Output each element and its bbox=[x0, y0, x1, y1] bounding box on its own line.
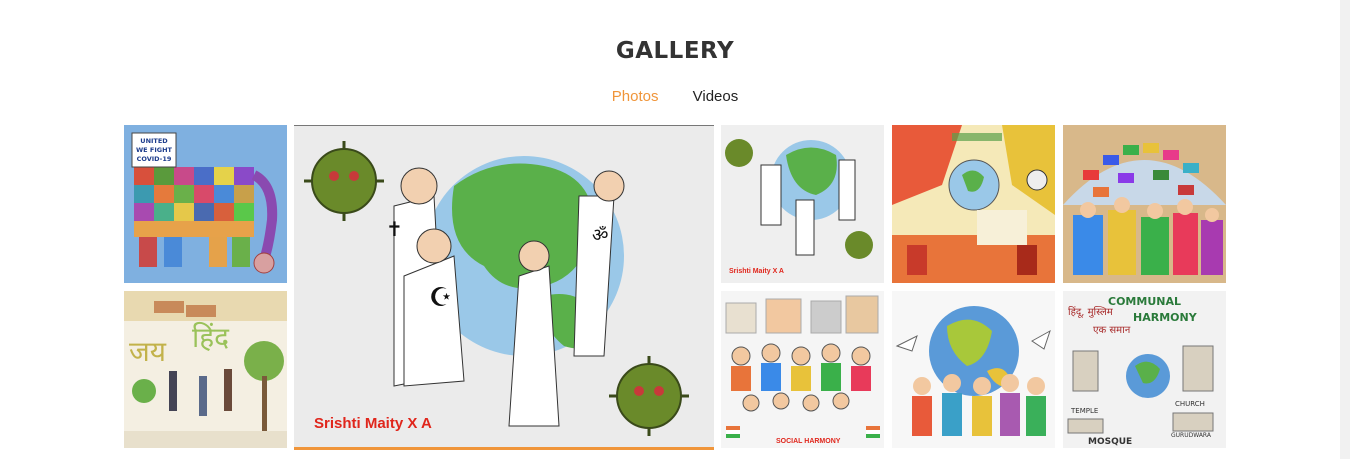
gallery-photo-globe-children[interactable] bbox=[892, 291, 1055, 448]
harmony-word: HARMONY bbox=[1133, 311, 1198, 324]
church-label: CHURCH bbox=[1175, 400, 1205, 408]
communal-word: COMMUNAL bbox=[1108, 295, 1181, 308]
badge-line-1: UNITED bbox=[140, 137, 168, 145]
globe-religions-artwork bbox=[892, 125, 1055, 283]
featured-artwork: ☪ ॐ ✝ Srishti Maity X A bbox=[294, 126, 714, 447]
social-harmony-caption: SOCIAL HARMONY bbox=[776, 438, 841, 445]
svg-text:एक समान: एक समान bbox=[1093, 325, 1131, 336]
mosque-label: MOSQUE bbox=[1088, 437, 1132, 447]
tab-photos[interactable]: Photos bbox=[612, 88, 659, 105]
gurudwara-label: GURUDWARA bbox=[1171, 432, 1212, 439]
globe-children-artwork bbox=[892, 291, 1055, 448]
svg-text:हिंद: हिंद bbox=[192, 321, 230, 354]
gallery-title: GALLERY bbox=[615, 38, 735, 64]
social-harmony-artwork: SOCIAL HARMONY bbox=[721, 291, 884, 448]
gallery-photo-globe-religions[interactable] bbox=[892, 125, 1055, 283]
flags-artwork bbox=[1063, 125, 1226, 283]
communal-harmony-artwork: COMMUNAL HARMONY हिंदू, मुस्लिम एक समान … bbox=[1063, 291, 1226, 448]
svg-text:जय: जय bbox=[129, 335, 167, 368]
elephant-artwork: UNITED WE FIGHT COVID-19 bbox=[124, 125, 287, 283]
gallery-photo-communal-harmony[interactable]: COMMUNAL HARMONY हिंदू, मुस्लिम एक समान … bbox=[1063, 291, 1226, 448]
tab-videos[interactable]: Videos bbox=[693, 88, 739, 105]
svg-text:ॐ: ॐ bbox=[592, 225, 608, 246]
badge-line-2: WE FIGHT bbox=[136, 146, 173, 154]
gallery-photo-doctors[interactable]: Srishti Maity X A bbox=[721, 125, 884, 283]
featured-photo[interactable]: ☪ ॐ ✝ Srishti Maity X A bbox=[294, 125, 714, 450]
gallery-photo-elephant[interactable]: UNITED WE FIGHT COVID-19 bbox=[124, 125, 287, 283]
wall-artwork: जय हिंद bbox=[124, 291, 287, 448]
featured-caption: Srishti Maity X A bbox=[314, 415, 432, 432]
doctors-artwork: Srishti Maity X A bbox=[721, 125, 884, 283]
gallery-tabs: Photos Videos bbox=[0, 88, 1350, 105]
scrollbar-track[interactable] bbox=[1340, 0, 1350, 459]
svg-text:हिंदू, मुस्लिम: हिंदू, मुस्लिम bbox=[1068, 306, 1114, 318]
gallery-photo-flags[interactable] bbox=[1063, 125, 1226, 283]
svg-text:☪: ☪ bbox=[429, 283, 452, 313]
gallery-photo-social-harmony[interactable]: SOCIAL HARMONY bbox=[721, 291, 884, 448]
tile3-caption: Srishti Maity X A bbox=[729, 268, 784, 275]
temple-label: TEMPLE bbox=[1070, 407, 1098, 415]
gallery-photo-wall[interactable]: जय हिंद bbox=[124, 291, 287, 448]
svg-text:✝: ✝ bbox=[386, 217, 403, 241]
badge-line-3: COVID-19 bbox=[137, 155, 172, 163]
